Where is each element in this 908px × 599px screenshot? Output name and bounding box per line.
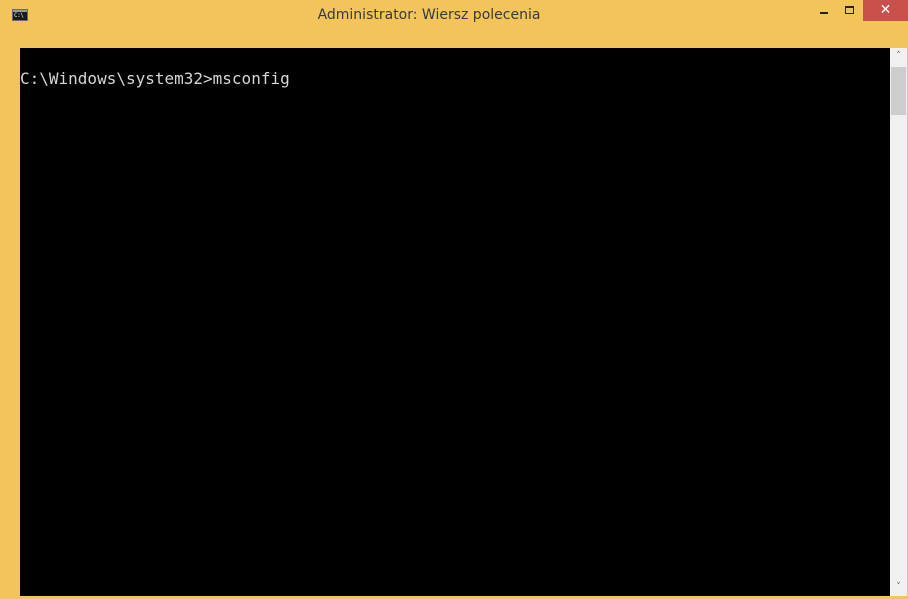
command-prompt-window: C:\ Administrator: Wiersz polecenia ✕ C:… [0, 0, 908, 599]
minimize-icon [820, 12, 828, 14]
title-bar[interactable]: C:\ Administrator: Wiersz polecenia ✕ [0, 0, 908, 30]
scroll-thumb[interactable] [891, 67, 906, 115]
close-icon: ✕ [879, 2, 892, 18]
maximize-button[interactable] [837, 1, 863, 21]
console-output-area[interactable] [20, 48, 890, 596]
close-button[interactable]: ✕ [863, 0, 908, 21]
scroll-down-button[interactable]: ˅ [890, 579, 907, 596]
scroll-up-button[interactable]: ˄ [890, 48, 907, 65]
minimize-button[interactable] [810, 1, 836, 21]
window-title: Administrator: Wiersz polecenia [317, 7, 541, 23]
console-line: C:\Windows\system32>msconfig [20, 69, 290, 88]
chevron-down-icon: ˅ [896, 582, 901, 592]
vertical-scrollbar[interactable]: ˄ ˅ [890, 48, 907, 596]
chevron-up-icon: ˄ [896, 51, 901, 61]
maximize-icon [845, 6, 854, 14]
